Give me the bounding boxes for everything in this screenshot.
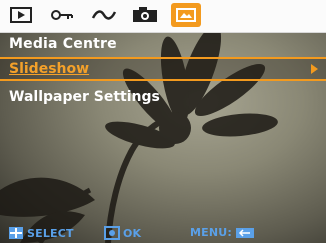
hint-select: SELECT [8, 226, 74, 240]
button-hints-bar: SELECT OK MENU: [0, 223, 326, 243]
hint-ok-label: OK [123, 226, 142, 240]
camera-settings-icon [133, 7, 157, 22]
tools-wave-icon [91, 10, 117, 20]
hint-ok: OK [104, 226, 141, 240]
menu-item-label: Wallpaper Settings [9, 89, 160, 105]
tab-playback[interactable] [6, 3, 36, 27]
key-settings-icon [51, 10, 73, 20]
playback-icon [10, 7, 32, 23]
tab-tools[interactable] [89, 3, 119, 27]
hint-menu-label: MENU: [190, 226, 232, 239]
ok-button-icon [104, 226, 120, 240]
menu-item-slideshow[interactable]: Slideshow [0, 58, 326, 80]
dpad-icon [9, 227, 23, 239]
tab-media-centre[interactable] [171, 3, 201, 27]
tab-camera-settings[interactable] [130, 3, 160, 27]
tab-key-settings[interactable] [47, 3, 77, 27]
menu-tab-bar [0, 0, 326, 33]
menu-item-label: Slideshow [9, 61, 90, 77]
back-return-icon [236, 227, 254, 238]
menu-title: Media Centre [9, 36, 117, 52]
camera-menu-screen: Media Centre Slideshow Wallpaper Setting… [0, 0, 326, 243]
hint-menu: MENU: [190, 226, 255, 239]
media-centre-icon [176, 8, 196, 22]
submenu-arrow-icon [311, 64, 318, 74]
menu-item-wallpaper-settings[interactable]: Wallpaper Settings [0, 86, 326, 108]
hint-select-label: SELECT [27, 226, 74, 240]
